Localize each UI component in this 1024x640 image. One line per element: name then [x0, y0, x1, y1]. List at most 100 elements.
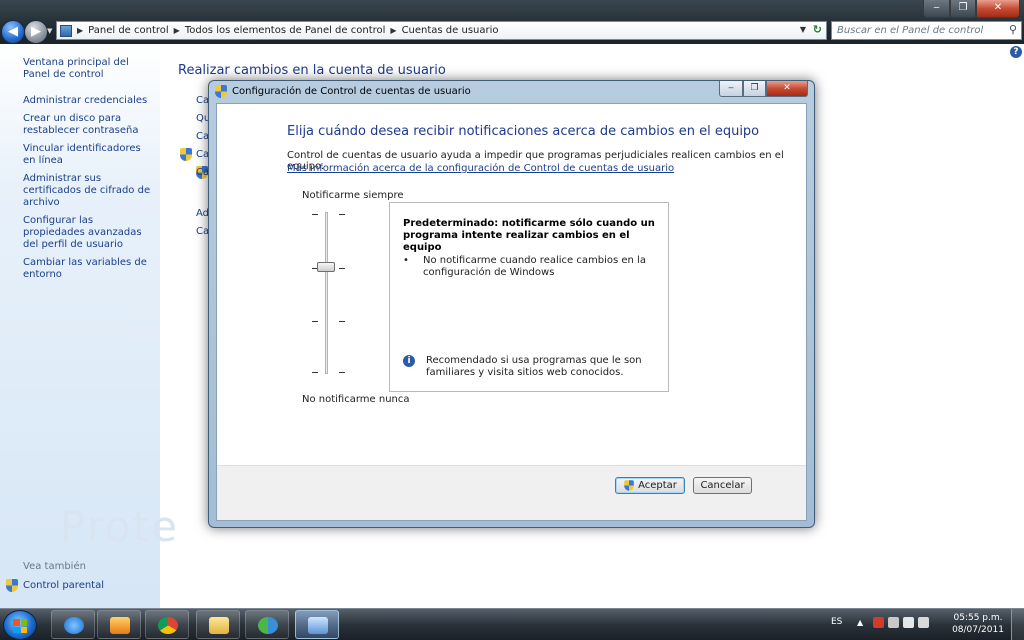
help-icon[interactable]: ?	[1010, 46, 1022, 58]
nav-link-variables-entorno[interactable]: Cambiar las variables de entorno	[23, 257, 156, 281]
nav-links: Ventana principal del Panel de control A…	[23, 57, 156, 287]
nav-link-certificados[interactable]: Administrar sus certificados de cifrado …	[23, 173, 156, 209]
slider-top-label: Notificarme siempre	[302, 190, 404, 201]
dialog-footer: Aceptar Cancelar	[217, 465, 806, 520]
taskbar-media-player[interactable]	[97, 610, 141, 639]
close-button[interactable]: ✕	[976, 0, 1020, 18]
recent-pages-dropdown[interactable]: ▼	[47, 27, 52, 35]
uac-shield-icon	[215, 85, 227, 98]
breadcrumb-panel-de-control[interactable]: Panel de control	[88, 25, 169, 36]
notification-slider-track[interactable]	[325, 212, 328, 374]
forward-button[interactable]: ▶	[24, 20, 48, 44]
show-hidden-icons-icon[interactable]: ▲	[857, 618, 863, 627]
recommendation-text: Recomendado si usa programas que le son …	[426, 355, 642, 378]
level-description-box: Predeterminado: notificarme sólo cuando …	[389, 202, 669, 392]
parental-control-link[interactable]: Control parental	[6, 579, 104, 592]
search-icon[interactable]: ⚲	[1009, 23, 1017, 36]
antivirus-icon[interactable]	[888, 617, 899, 628]
address-bar[interactable]: ▶ Panel de control ▶ Todos los elementos…	[56, 21, 827, 40]
messenger-icon	[258, 617, 278, 634]
level-recommendation: i Recomendado si usa programas que le so…	[403, 355, 666, 379]
maximize-button[interactable]: ❐	[950, 0, 976, 18]
refresh-icon[interactable]: ↻	[813, 23, 822, 36]
slider-bottom-label: No notificarme nunca	[302, 394, 410, 405]
bullet-icon: •	[403, 255, 409, 266]
nav-link-administrar-credenciales[interactable]: Administrar credenciales	[23, 95, 156, 107]
control-panel-icon	[60, 24, 72, 37]
dialog-content: Elija cuándo desea recibir notificacione…	[216, 103, 807, 521]
page-title: Realizar cambios en la cuenta de usuario	[178, 63, 446, 78]
dialog-window-controls: ‒ ❐ ✕	[719, 81, 808, 97]
uac-shield-icon	[624, 480, 634, 491]
taskbar-control-panel[interactable]	[295, 610, 339, 639]
slider-tick	[312, 321, 318, 322]
slider-tick	[312, 214, 318, 215]
arrow-left-icon: ◀	[8, 24, 18, 39]
slider-tick	[339, 321, 345, 322]
slider-tick	[339, 214, 345, 215]
chevron-right-icon[interactable]: ▶	[390, 26, 396, 35]
uac-shield-icon	[6, 579, 18, 592]
notification-area	[873, 617, 929, 628]
show-desktop-button[interactable]	[1011, 609, 1024, 640]
dialog-heading: Elija cuándo desea recibir notificacione…	[287, 124, 760, 139]
volume-icon[interactable]	[918, 617, 929, 628]
level-bullet: • No notificarme cuando realice cambios …	[403, 255, 648, 279]
nav-link-crear-disco[interactable]: Crear un disco para restablecer contrase…	[23, 113, 156, 137]
action-center-flag-icon[interactable]	[873, 617, 884, 628]
watermark-text: Prote	[60, 502, 179, 551]
cancel-button[interactable]: Cancelar	[693, 477, 752, 494]
uac-settings-dialog: Configuración de Control de cuentas de u…	[208, 80, 815, 528]
minimize-button[interactable]: ‒	[923, 0, 950, 18]
nav-link-perfil-usuario[interactable]: Configurar las propiedades avanzadas del…	[23, 215, 156, 251]
dialog-maximize-button[interactable]: ❐	[743, 81, 766, 97]
slider-tick	[312, 372, 318, 373]
taskbar-explorer[interactable]	[196, 610, 240, 639]
language-indicator[interactable]: ES	[831, 617, 842, 627]
internet-explorer-icon	[64, 617, 84, 634]
nav-link-vincular-identificadores[interactable]: Vincular identificadores en línea	[23, 143, 156, 167]
more-info-link[interactable]: Más información acerca de la configuraci…	[287, 163, 674, 174]
windows-logo-icon	[13, 619, 27, 633]
ok-button-label: Aceptar	[638, 479, 677, 491]
chevron-right-icon[interactable]: ▶	[174, 26, 180, 35]
explorer-toolbar: ‒ ❐ ✕ ◀ ▶ ▼ ▶ Panel de control ▶ Todos l…	[0, 0, 1024, 44]
slider-tick	[339, 372, 345, 373]
dialog-close-button[interactable]: ✕	[766, 81, 808, 97]
slider-tick	[339, 268, 345, 269]
nav-link-ventana-principal[interactable]: Ventana principal del Panel de control	[23, 57, 156, 81]
info-icon: i	[403, 355, 415, 367]
folder-icon	[209, 617, 229, 634]
dialog-minimize-button[interactable]: ‒	[719, 81, 743, 97]
see-also-heading: Vea también	[23, 561, 86, 572]
dialog-titlebar: Configuración de Control de cuentas de u…	[215, 85, 471, 98]
clock-time: 05:55 p.m.	[953, 613, 1003, 623]
breadcrumb-cuentas-de-usuario[interactable]: Cuentas de usuario	[402, 25, 499, 36]
start-button[interactable]	[3, 610, 37, 640]
arrow-right-icon: ▶	[31, 24, 41, 39]
ok-button[interactable]: Aceptar	[615, 477, 685, 494]
back-button[interactable]: ◀	[1, 20, 25, 44]
clock-date: 08/07/2011	[952, 625, 1004, 635]
dialog-title: Configuración de Control de cuentas de u…	[232, 86, 471, 97]
taskbar: ES ▲ 05:55 p.m. 08/07/2011	[0, 608, 1024, 640]
taskbar-internet-explorer[interactable]	[51, 610, 95, 639]
level-bullet-text: No notificarme cuando realice cambios en…	[423, 255, 646, 278]
control-panel-icon	[308, 617, 328, 634]
network-signal-icon[interactable]	[903, 617, 914, 628]
breadcrumb-todos-los-elementos[interactable]: Todos los elementos de Panel de control	[185, 25, 386, 36]
address-dropdown-icon[interactable]: ▼	[800, 25, 806, 34]
uac-shield-icon	[180, 148, 192, 161]
search-placeholder: Buscar en el Panel de control	[837, 25, 984, 36]
system-clock[interactable]: 05:55 p.m. 08/07/2011	[948, 612, 1008, 636]
parental-control-label[interactable]: Control parental	[23, 580, 104, 591]
chevron-right-icon[interactable]: ▶	[77, 26, 83, 35]
notification-slider-thumb[interactable]	[317, 261, 335, 272]
window-controls: ‒ ❐ ✕	[923, 0, 1020, 18]
level-title: Predeterminado: notificarme sólo cuando …	[403, 218, 655, 253]
search-input[interactable]: Buscar en el Panel de control ⚲	[831, 21, 1022, 40]
taskbar-chrome[interactable]	[145, 610, 189, 639]
media-player-icon	[110, 617, 130, 634]
chrome-icon	[158, 617, 178, 634]
taskbar-messenger[interactable]	[245, 610, 289, 639]
